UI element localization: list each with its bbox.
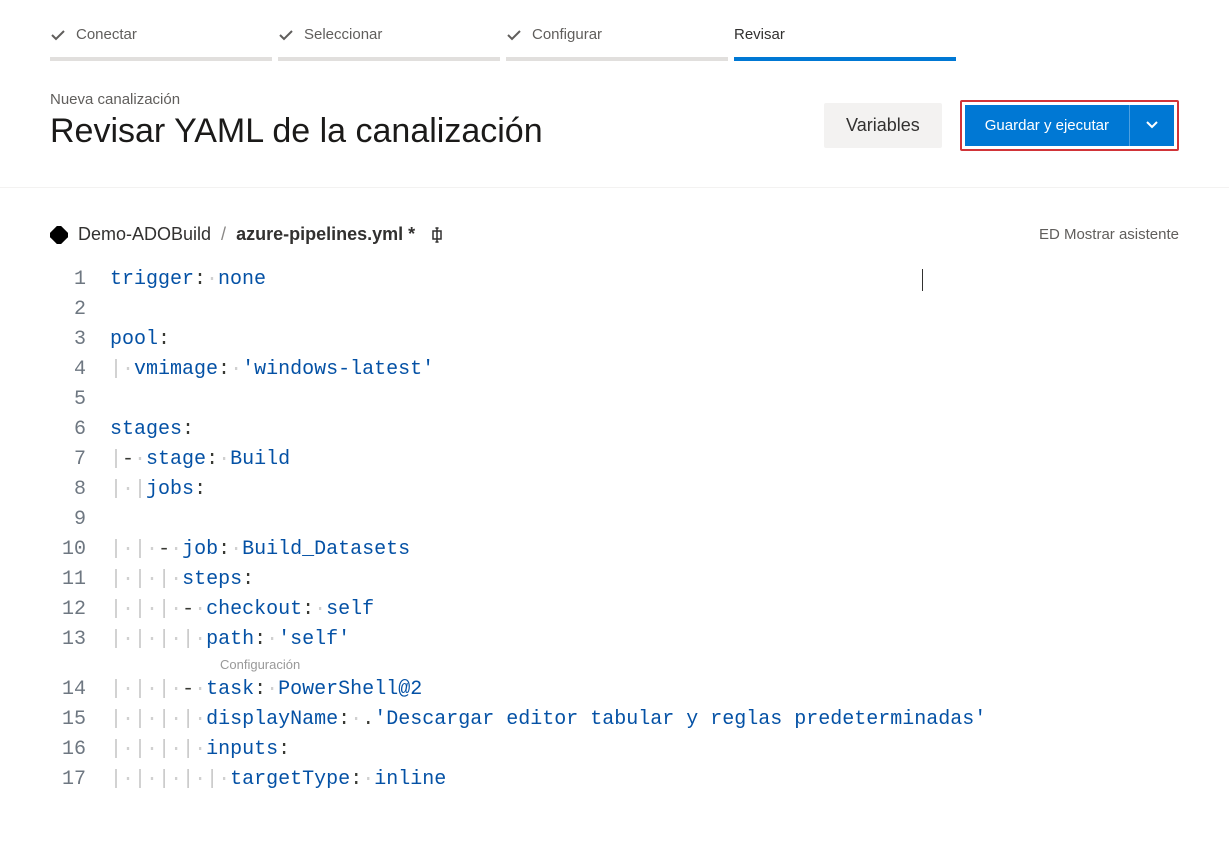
codelens[interactable]: Configuración (50, 655, 1179, 675)
line-number: 4 (50, 355, 110, 385)
code-line[interactable]: 17|·|·|·|·|·targetType:·inline (50, 765, 1179, 795)
file-name[interactable]: azure-pipelines.yml * (236, 224, 415, 245)
code-line[interactable]: 4|·vmimage:·'windows-latest' (50, 355, 1179, 385)
code-content[interactable]: |·|·|·steps: (110, 565, 254, 595)
breadcrumb-separator: / (221, 224, 226, 245)
repo-name[interactable]: Demo-ADOBuild (78, 224, 211, 245)
step-label: Seleccionar (304, 26, 382, 43)
repo-icon (50, 226, 68, 244)
line-number: 7 (50, 445, 110, 475)
code-content[interactable]: |·|·|·|·inputs: (110, 735, 290, 765)
line-number: 8 (50, 475, 110, 505)
code-line[interactable]: 10|·|·-·job:·Build_Datasets (50, 535, 1179, 565)
line-number: 1 (50, 265, 110, 295)
step-configure[interactable]: Configurar (506, 20, 728, 61)
line-number: 3 (50, 325, 110, 355)
page-title: Revisar YAML de la canalización (50, 112, 543, 151)
code-content[interactable]: |·vmimage:·'windows-latest' (110, 355, 434, 385)
line-number: 17 (50, 765, 110, 795)
step-select[interactable]: Seleccionar (278, 20, 500, 61)
step-review[interactable]: Revisar (734, 20, 956, 61)
line-number: 12 (50, 595, 110, 625)
step-label: Conectar (76, 26, 137, 43)
code-content[interactable]: |·|·-·job:·Build_Datasets (110, 535, 410, 565)
line-number: 2 (50, 295, 110, 325)
line-number: 5 (50, 385, 110, 415)
code-content[interactable]: |-·stage:·Build (110, 445, 290, 475)
check-icon (50, 27, 66, 43)
line-number: 6 (50, 415, 110, 445)
code-line[interactable]: 15|·|·|·|·displayName:·.'Descargar edito… (50, 705, 1179, 735)
code-line[interactable]: 14|·|·|·-·task:·PowerShell@2 (50, 675, 1179, 705)
rename-icon[interactable] (429, 225, 449, 245)
line-number: 9 (50, 505, 110, 535)
breadcrumb-row: Demo-ADOBuild / azure-pipelines.yml * ED… (0, 188, 1229, 265)
code-content[interactable]: pool: (110, 325, 170, 355)
code-content[interactable]: |·|jobs: (110, 475, 206, 505)
code-line[interactable]: 6stages: (50, 415, 1179, 445)
code-content[interactable]: |·|·|·|·path:·'self' (110, 625, 350, 655)
page-subtitle: Nueva canalización (50, 91, 543, 108)
code-content[interactable]: stages: (110, 415, 194, 445)
variables-button[interactable]: Variables (824, 103, 942, 148)
line-number: 15 (50, 705, 110, 735)
breadcrumb: Demo-ADOBuild / azure-pipelines.yml * (50, 224, 449, 245)
line-number: 16 (50, 735, 110, 765)
code-line[interactable]: 7|-·stage:·Build (50, 445, 1179, 475)
code-content[interactable]: |·|·|·-·checkout:·self (110, 595, 374, 625)
code-line[interactable]: 11|·|·|·steps: (50, 565, 1179, 595)
show-assistant[interactable]: ED Mostrar asistente (1039, 226, 1179, 243)
line-number: 14 (50, 675, 110, 705)
yaml-editor[interactable]: 1trigger:·none23pool:4|·vmimage:·'window… (0, 265, 1229, 815)
line-number: 10 (50, 535, 110, 565)
step-label: Configurar (532, 26, 602, 43)
code-content[interactable]: |·|·|·|·displayName:·.'Descargar editor … (110, 705, 986, 735)
save-run-dropdown[interactable] (1129, 105, 1174, 146)
save-run-group: Guardar y ejecutar (960, 100, 1179, 151)
header-right: Variables Guardar y ejecutar (824, 100, 1179, 151)
code-line[interactable]: 16|·|·|·|·inputs: (50, 735, 1179, 765)
code-line[interactable]: 3pool: (50, 325, 1179, 355)
code-line[interactable]: 5 (50, 385, 1179, 415)
check-icon (506, 27, 522, 43)
header-left: Nueva canalización Revisar YAML de la ca… (50, 91, 543, 151)
wizard-steps: Conectar Seleccionar Configurar Revisar (0, 0, 1229, 61)
step-label: Revisar (734, 26, 785, 43)
code-line[interactable]: 9 (50, 505, 1179, 535)
save-run-button[interactable]: Guardar y ejecutar (965, 105, 1129, 146)
code-content[interactable]: |·|·|·-·task:·PowerShell@2 (110, 675, 422, 705)
chevron-down-icon (1144, 116, 1160, 135)
page-header: Nueva canalización Revisar YAML de la ca… (0, 61, 1229, 188)
code-line[interactable]: 2 (50, 295, 1179, 325)
line-number: 13 (50, 625, 110, 655)
code-content[interactable]: |·|·|·|·|·targetType:·inline (110, 765, 446, 795)
code-line[interactable]: 8|·|jobs: (50, 475, 1179, 505)
step-connect[interactable]: Conectar (50, 20, 272, 61)
check-icon (278, 27, 294, 43)
code-line[interactable]: 1trigger:·none (50, 265, 1179, 295)
code-line[interactable]: 12|·|·|·-·checkout:·self (50, 595, 1179, 625)
code-content[interactable]: trigger:·none (110, 265, 266, 295)
line-number: 11 (50, 565, 110, 595)
code-line[interactable]: 13|·|·|·|·path:·'self' (50, 625, 1179, 655)
